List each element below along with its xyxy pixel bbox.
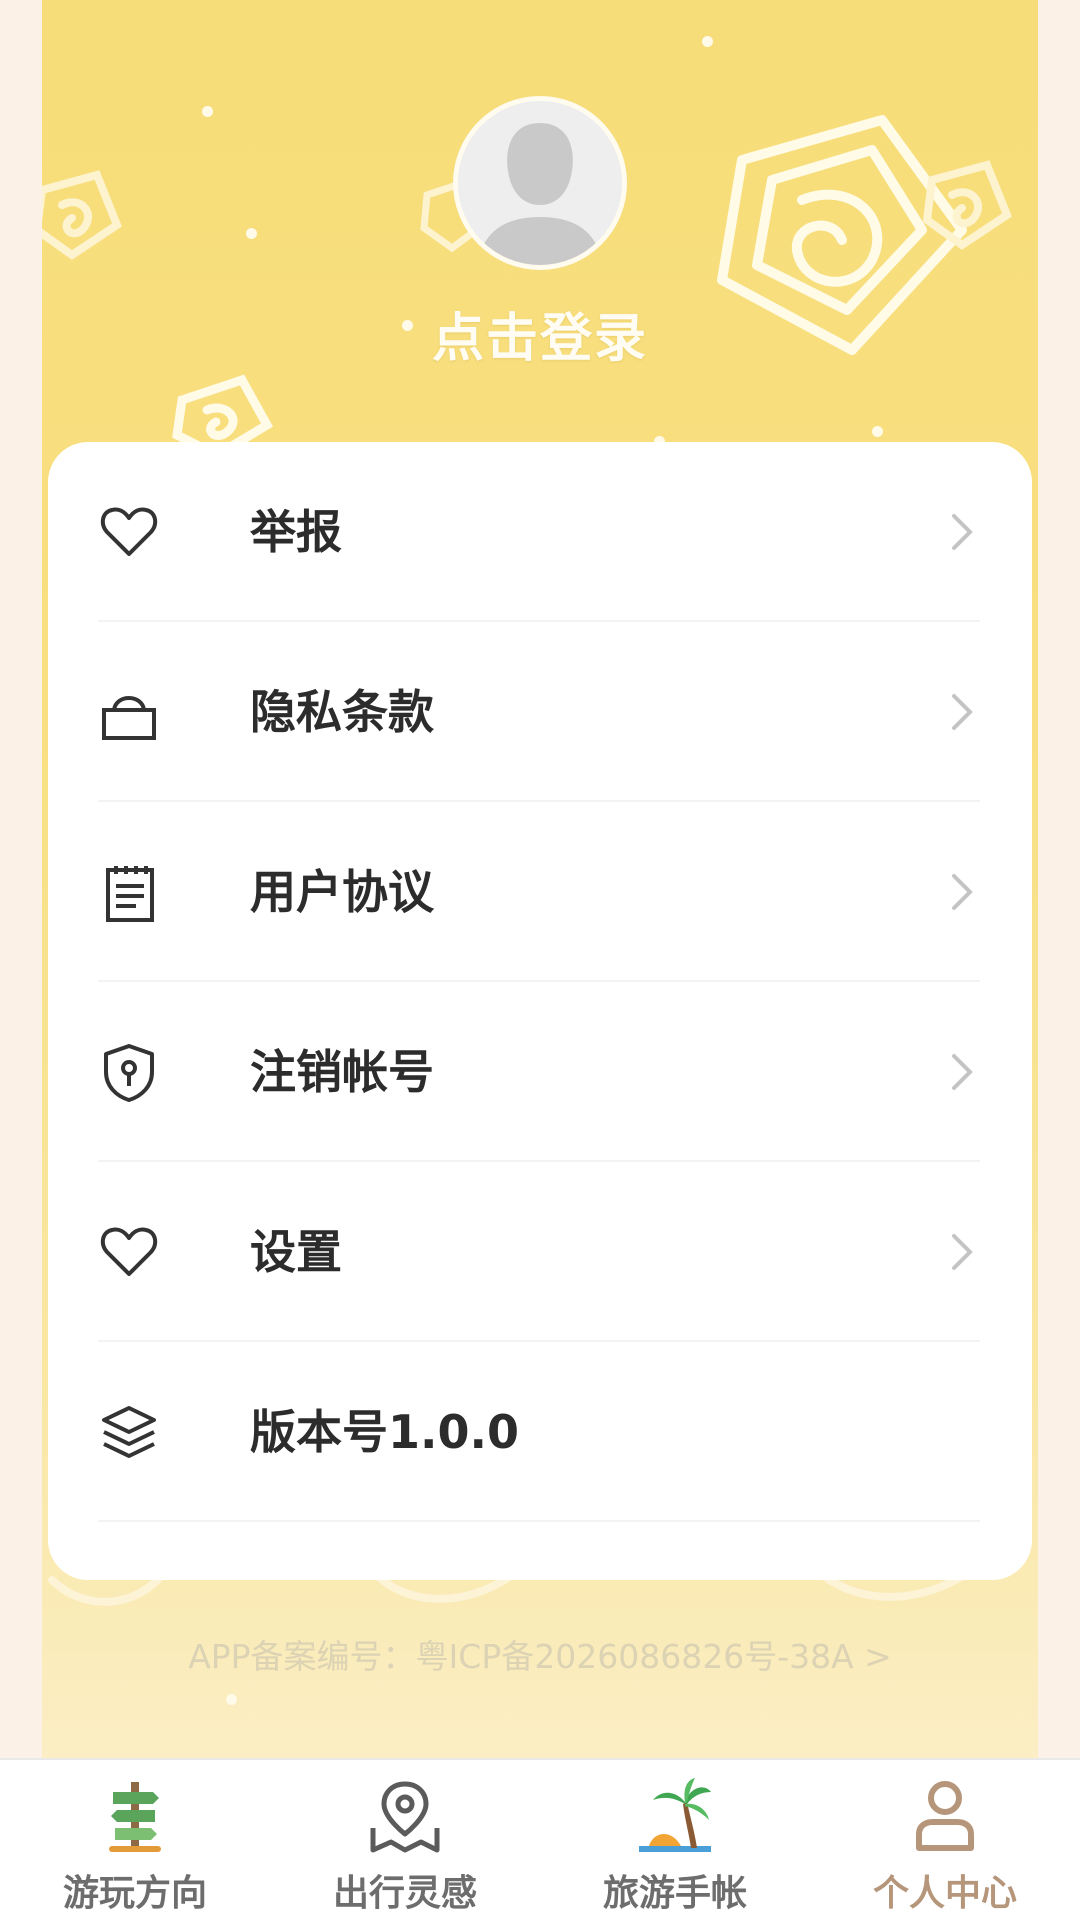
shield-icon: [104, 1044, 154, 1102]
bottom-tab-bar: 游玩方向 出行灵感 旅游手帐 个人中心: [0, 1758, 1080, 1920]
menu-card: 举报 隐私条款 用户协议 注销帐号 设置 版本号1.0.0: [48, 442, 1032, 1580]
menu-item-version: 版本号1.0.0: [98, 1342, 980, 1522]
menu-item-report[interactable]: 举报: [98, 442, 980, 622]
rose-doodle-left: [42, 170, 122, 260]
menu-item-user-agreement[interactable]: 用户协议: [98, 802, 980, 982]
icp-filing-link[interactable]: APP备案编号：粤ICP备2026086826号-38A >: [0, 1630, 1080, 1678]
version-label: 版本号1.0.0: [250, 1405, 519, 1459]
tab-travel-journal[interactable]: 旅游手帐: [540, 1760, 810, 1920]
sparkle-dot: [246, 228, 257, 239]
menu-item-privacy-policy[interactable]: 隐私条款: [98, 622, 980, 802]
chevron-right-icon: [952, 1054, 973, 1090]
chevron-right-icon: [952, 1234, 973, 1270]
document-icon: [106, 866, 154, 922]
palm-tree-icon: [639, 1778, 711, 1852]
menu-item-delete-account[interactable]: 注销帐号: [98, 982, 980, 1162]
heart-icon: [100, 507, 158, 556]
sparkle-dot: [702, 36, 713, 47]
tab-travel-inspiration[interactable]: 出行灵感: [270, 1760, 540, 1920]
menu-item-settings[interactable]: 设置: [98, 1162, 980, 1342]
chevron-right-icon: [952, 514, 973, 550]
sparkle-dot: [872, 426, 883, 437]
menu-item-label: 用户协议: [250, 865, 434, 919]
sparkle-dot: [202, 106, 213, 117]
tab-label: 个人中心: [872, 1873, 1017, 1914]
sparkle-dot: [226, 1694, 237, 1705]
avatar[interactable]: [453, 96, 627, 270]
menu-item-label: 设置: [250, 1225, 342, 1279]
tab-play-direction[interactable]: 游玩方向: [0, 1760, 270, 1920]
tab-label: 旅游手帐: [602, 1873, 747, 1914]
login-button[interactable]: 点击登录: [0, 296, 1080, 371]
tab-label: 出行灵感: [332, 1873, 477, 1914]
chevron-right-icon: [952, 874, 973, 910]
map-pin-icon: [370, 1781, 440, 1853]
signpost-icon: [109, 1782, 161, 1852]
person-icon: [916, 1781, 974, 1851]
tab-personal-center[interactable]: 个人中心: [810, 1760, 1080, 1920]
lock-icon: [102, 696, 156, 740]
heart-icon: [100, 1227, 158, 1276]
layers-icon: [102, 1406, 156, 1458]
menu-item-label: 举报: [250, 505, 342, 559]
tab-label: 游玩方向: [62, 1873, 207, 1914]
menu-item-label: 隐私条款: [250, 685, 434, 739]
menu-item-label: 注销帐号: [250, 1045, 434, 1099]
rose-doodle-small: [922, 160, 1012, 250]
default-avatar-icon: [458, 101, 622, 265]
chevron-right-icon: [952, 694, 973, 730]
